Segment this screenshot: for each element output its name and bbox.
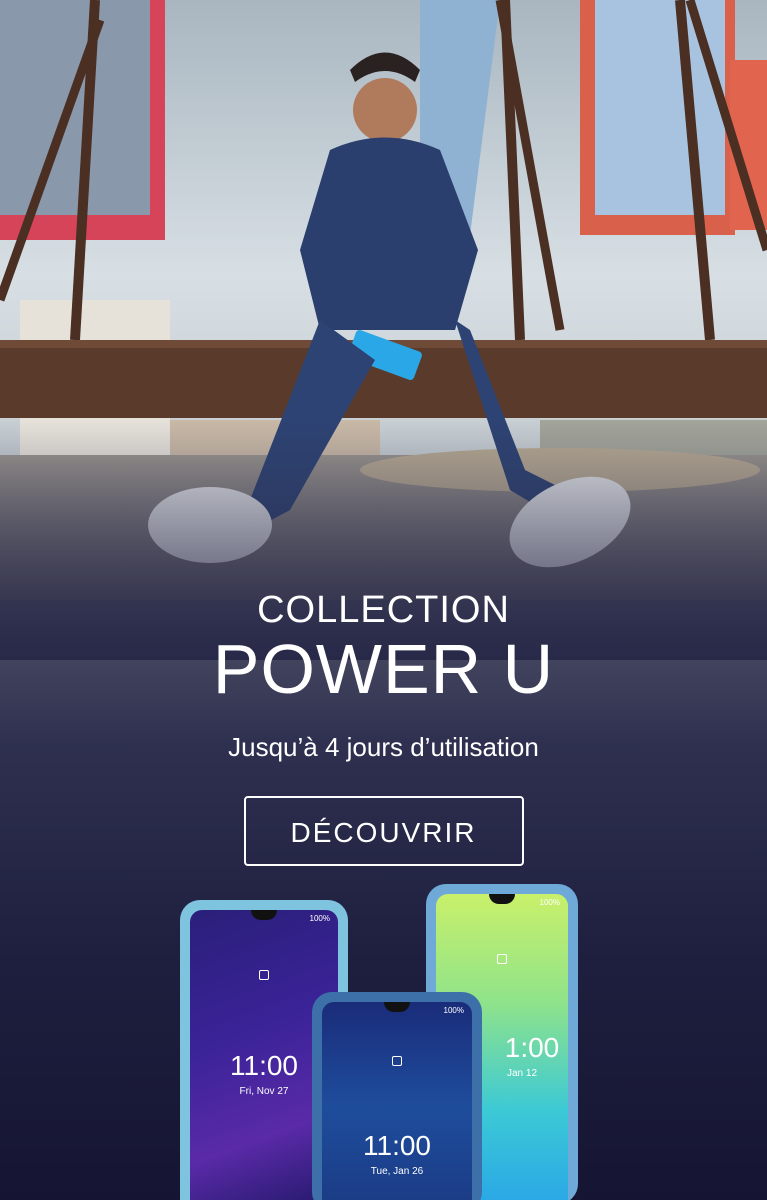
tagline: Jusqu’à 4 jours d’utilisation bbox=[228, 732, 539, 762]
discover-button[interactable]: DÉCOUVRIR bbox=[243, 796, 524, 866]
battery-status: 100% bbox=[309, 914, 330, 923]
promo-banner: COLLECTION POWER U Jusqu’à 4 jours d’uti… bbox=[0, 0, 767, 1200]
battery-status: 100% bbox=[443, 1006, 464, 1015]
phone-middle: 100% 11:00 Tue, Jan 26 bbox=[312, 992, 482, 1200]
lockscreen-time: 11:00 bbox=[363, 1130, 431, 1161]
lock-icon bbox=[392, 1056, 402, 1066]
promo-copy: COLLECTION POWER U Jusqu’à 4 jours d’uti… bbox=[0, 588, 767, 866]
phone-middle-screen: 100% 11:00 Tue, Jan 26 bbox=[322, 1002, 472, 1200]
battery-status: 100% bbox=[539, 898, 560, 907]
collection-label: COLLECTION bbox=[257, 589, 510, 631]
lock-icon bbox=[497, 954, 507, 964]
phone-lineup: 100% 11:00 Fri, Nov 27 100% 1:00 Jan 12 … bbox=[0, 880, 767, 1200]
lockscreen-date: Tue, Jan 26 bbox=[370, 1166, 424, 1177]
lock-icon bbox=[259, 970, 269, 980]
product-headline: POWER U bbox=[212, 630, 555, 708]
